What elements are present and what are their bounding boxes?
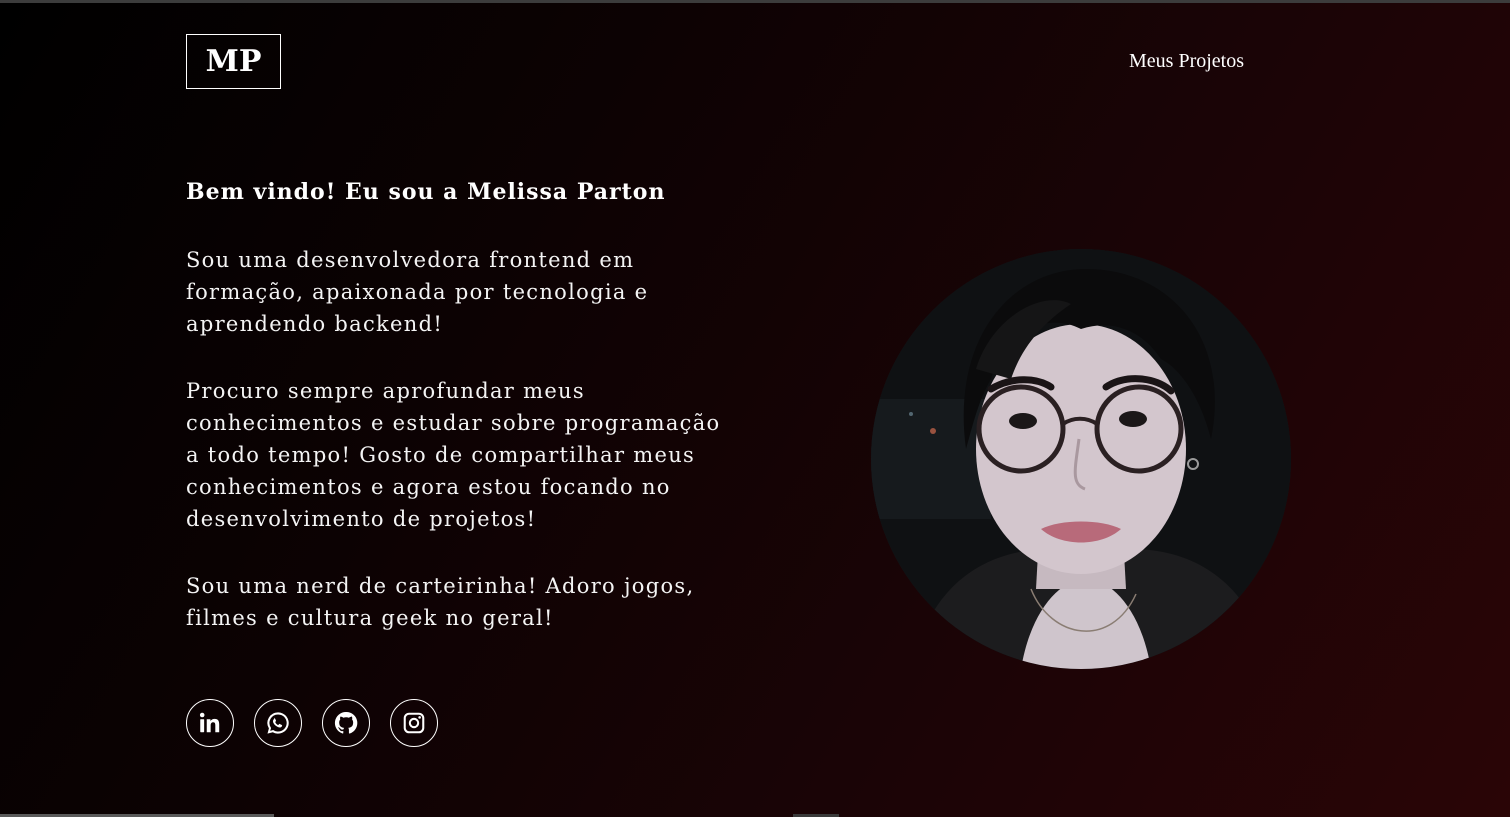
profile-photo-illustration <box>871 249 1291 669</box>
whatsapp-icon <box>267 712 289 734</box>
intro-section: Bem vindo! Eu sou a Melissa Parton Sou u… <box>186 176 726 669</box>
logo[interactable]: MP <box>186 34 281 89</box>
logo-text: MP <box>205 44 262 79</box>
intro-paragraph-3: Sou uma nerd de carteirinha! Adoro jogos… <box>186 574 695 630</box>
intro-paragraph-1: Sou uma desenvolvedora frontend em forma… <box>186 248 649 336</box>
linkedin-icon <box>199 712 220 733</box>
profile-photo <box>871 249 1291 669</box>
instagram-button[interactable] <box>390 699 438 747</box>
linkedin-button[interactable] <box>186 699 234 747</box>
window-top-border <box>0 0 1510 3</box>
whatsapp-button[interactable] <box>254 699 302 747</box>
nav-link-projects[interactable]: Meus Projetos <box>1129 50 1244 73</box>
github-icon <box>334 711 358 734</box>
intro-paragraph-2: Procuro sempre aprofundar meus conhecime… <box>186 379 721 531</box>
intro-heading: Bem vindo! Eu sou a Melissa Parton <box>186 179 666 205</box>
github-button[interactable] <box>322 699 370 747</box>
social-links <box>186 699 438 747</box>
instagram-icon <box>403 712 425 734</box>
